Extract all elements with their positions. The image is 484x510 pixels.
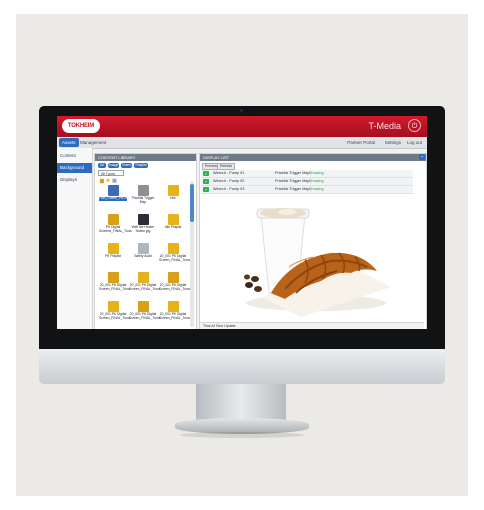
tile-caption: Idle (170, 196, 176, 200)
tile-caption: 20_001 PK Digital Screen_FINAL_Tuna (99, 283, 130, 291)
tile-caption: Idle Playlist (164, 225, 182, 229)
display-name: Wetoch - Pump 02 (213, 179, 245, 183)
monitor-stand (196, 384, 286, 422)
library-title: CONTENT LIBRARY (95, 154, 196, 161)
filter-image-button[interactable]: Image (108, 163, 119, 168)
display-list-title: DISPLAY LIST (203, 155, 230, 160)
sidebar-item-content[interactable]: Content (57, 151, 92, 161)
tile-caption: Safety Audit (134, 254, 152, 258)
scrollbar-thumb[interactable] (190, 184, 194, 222)
filter-video-button[interactable]: Video (121, 163, 132, 168)
library-tile[interactable]: Idle (159, 185, 187, 201)
sidebar: Content Background Displays (57, 148, 93, 329)
file-thumbnail-icon (167, 214, 179, 225)
content-preview-image (201, 201, 423, 327)
display-list-header: DISPLAY LIST + (200, 154, 426, 161)
library-tile[interactable]: 20_001 PK Digital Screen_FINAL_Tuna (129, 272, 160, 292)
tile-caption: 20_001 PK Digital Screen_FINAL_Tuna (129, 283, 160, 291)
library-tile[interactable]: 20_001 PK Digital Screen_FINAL_Tuna (99, 301, 130, 321)
tile-caption: PK Digital Screens_FINAL_Tuna (99, 225, 132, 233)
library-tile[interactable]: Idle Playlist (159, 214, 187, 230)
file-thumbnail-icon (167, 301, 179, 312)
file-thumbnail-icon (137, 214, 149, 225)
file-thumbnail-icon (137, 243, 149, 254)
tile-caption: 20_001 PK Digital Screen_FINAL_Tuna (159, 283, 190, 291)
file-thumbnail-icon (137, 272, 149, 283)
display-name: Wetoch - Pump 03 (213, 187, 245, 191)
library-tile[interactable]: 20_001 PK Digital Screen_FINAL_Tuna (99, 272, 130, 292)
app-header: TOKHEIM T-Media ⏻ (57, 116, 427, 137)
library-tile[interactable]: Fuel_Coffee_PROMO.jpg (99, 185, 137, 201)
status-badge: Showing (309, 171, 324, 175)
tab-management[interactable]: Management (77, 138, 109, 147)
app-title: T-Media (368, 121, 401, 131)
logout-link[interactable]: Log out (407, 138, 422, 147)
status-badge: Showing (309, 179, 324, 183)
file-thumbnail-icon (137, 185, 149, 196)
library-tile[interactable]: 20_001 PK Digital Screen_FINAL_Tuna (159, 301, 190, 321)
file-thumbnail-icon (167, 243, 179, 254)
filter-all-button[interactable]: All (98, 163, 106, 168)
refresh-button[interactable]: Refresh (217, 163, 236, 170)
display-content: Pricelist Trigger Map (275, 179, 310, 183)
file-thumbnail-icon (167, 185, 179, 196)
check-icon[interactable]: ✓ (203, 179, 209, 184)
file-thumbnail-icon (107, 272, 119, 283)
display-row[interactable]: ✓ Wetoch - Pump 02 Pricelist Trigger Map Sh… (201, 178, 413, 186)
display-content: Pricelist Trigger Map (275, 171, 310, 175)
library-tile[interactable]: PK Digital Screens_FINAL_Tuna (99, 214, 132, 234)
display-row[interactable]: ✓ Wetoch - Pump 01 Pricelist Trigger Map Sh… (201, 170, 413, 178)
type-select[interactable]: All Types (98, 170, 124, 176)
settings-link[interactable]: Settings (385, 138, 401, 147)
filter-playlist-button[interactable]: Playlist (134, 163, 148, 168)
library-tile[interactable]: Well the Heater Notice.jpg (129, 214, 157, 234)
library-tile[interactable]: Safety Audit (129, 243, 157, 259)
camera-icon (240, 109, 243, 112)
coffee-croissant-illustration (244, 208, 391, 317)
stand-shadow (180, 432, 304, 438)
monitor-chin (39, 349, 445, 384)
tile-caption: 20_001 PK Digital Screen_FINAL_Tuna (159, 312, 190, 320)
display-list-panel: DISPLAY LIST + Preview Refresh ✓ Wetoch -… (199, 153, 427, 329)
tile-caption: Fuel_Coffee_PROMO.jpg (99, 196, 137, 201)
tab-assets[interactable]: Assets (59, 138, 79, 147)
file-thumbnail-icon (107, 214, 119, 225)
library-scrollbar[interactable] (190, 181, 194, 327)
tile-caption: Well the Heater Notice.jpg (131, 225, 155, 233)
tile-caption: 20_001 PK Digital Screen_FINAL_Tuna (129, 312, 160, 320)
library-tile[interactable]: 20_001 PK Digital Screen_FINAL_Tuna (129, 301, 160, 321)
display-name: Wetoch - Pump 01 (213, 171, 245, 175)
sidebar-item-background[interactable]: Background (57, 163, 92, 173)
sidebar-item-displays[interactable]: Displays (57, 175, 92, 185)
content-library-panel: CONTENT LIBRARY All Image Video Playlist… (94, 153, 197, 329)
main-nav: Assets Management Partner Portal Setting… (57, 137, 427, 149)
library-tile[interactable]: 20_001 PK Digital Screen_FINAL_Tuna (159, 243, 190, 263)
toolbar-icons: ▆✚▦ (100, 178, 119, 184)
display-content: Pricelist Trigger Map (275, 187, 310, 191)
app-screen: TOKHEIM T-Media ⏻ Assets Management Part… (57, 116, 427, 329)
tile-caption: PK Playlist (105, 254, 121, 258)
check-icon[interactable]: ✓ (203, 187, 209, 192)
check-icon[interactable]: ✓ (203, 171, 209, 176)
status-badge: Showing (309, 187, 324, 191)
display-row[interactable]: ✓ Wetoch - Pump 03 Pricelist Trigger Map Sh… (201, 186, 413, 194)
file-thumbnail-icon (107, 301, 119, 312)
power-icon[interactable]: ⏻ (408, 119, 421, 132)
tile-caption: 20_001 PK Digital Screen_FINAL_Tuna (99, 312, 130, 320)
file-thumbnail-icon (107, 243, 119, 254)
tile-caption: Pricelist Trigger Map (131, 196, 155, 204)
partner-portal-link[interactable]: Partner Portal (347, 138, 375, 147)
library-tile[interactable]: PK Playlist (99, 243, 127, 259)
add-display-button[interactable]: + (419, 154, 425, 160)
file-thumbnail-icon (137, 301, 149, 312)
playlist-footer: Time At Time Update (200, 322, 424, 329)
grid-icon[interactable]: ▦ (112, 178, 119, 184)
tile-caption: 20_001 PK Digital Screen_FINAL_Tuna (159, 254, 190, 262)
library-tile[interactable]: Pricelist Trigger Map (129, 185, 157, 205)
brand-logo[interactable]: TOKHEIM (62, 119, 100, 133)
library-tile[interactable]: 20_001 PK Digital Screen_FINAL_Tuna (159, 272, 190, 292)
file-thumbnail-icon (107, 185, 119, 196)
file-thumbnail-icon (167, 272, 179, 283)
